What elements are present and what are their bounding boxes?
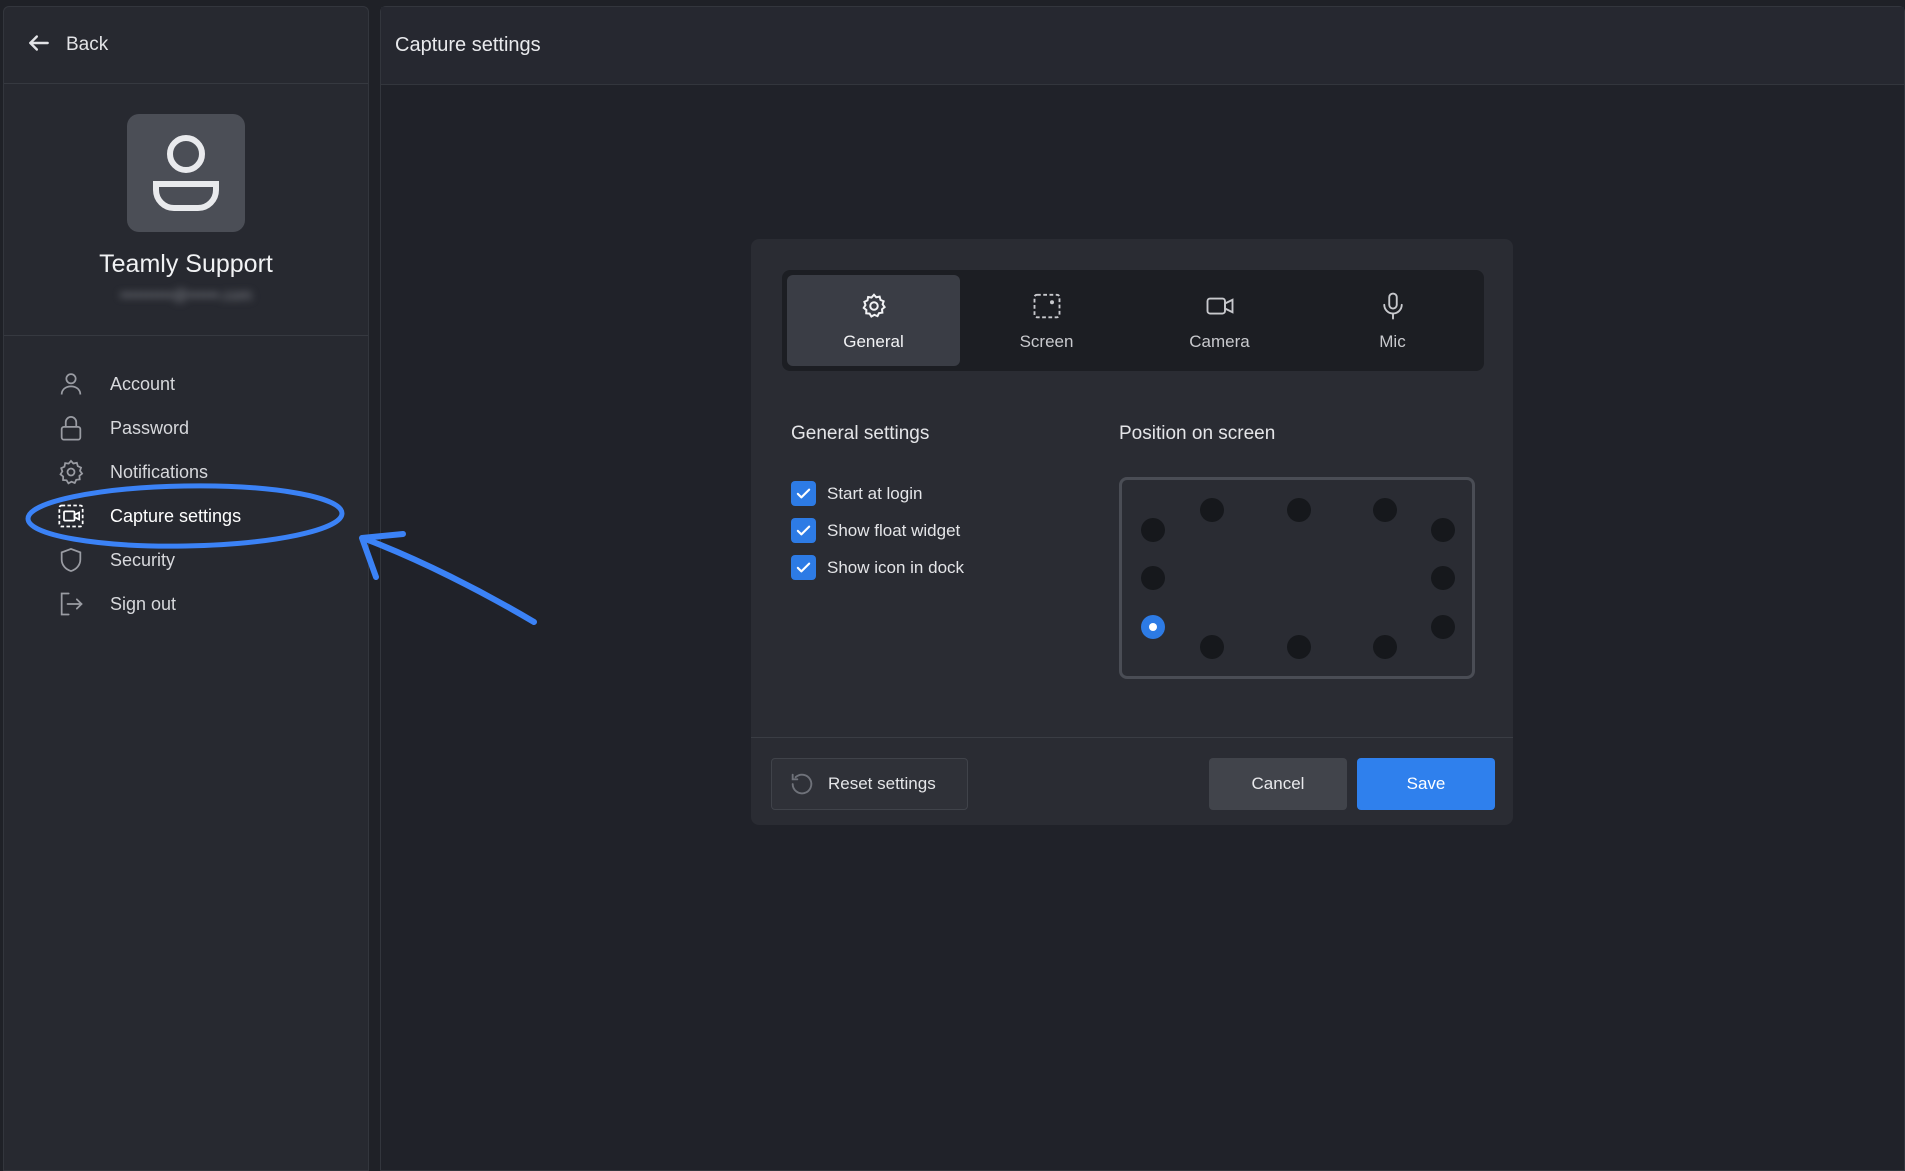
general-checkboxes: Start at login Show float widget Show ic… [791,475,964,586]
general-settings-title: General settings [791,423,930,444]
sidebar-item-label: Capture settings [110,505,242,526]
tab-camera[interactable]: Camera [1133,275,1306,366]
user-avatar-icon [153,135,219,211]
checkbox-label: Show float widget [827,520,961,540]
tab-label: Camera [1189,331,1250,351]
position-top-center[interactable] [1287,498,1311,522]
sidebar-nav: Account Password Notifications Capture s… [4,336,368,626]
show-icon-in-dock-checkbox[interactable]: Show icon in dock [791,549,964,586]
profile-email: ••••••••••@••••••.com [120,287,252,304]
save-button[interactable]: Save [1357,758,1495,810]
checkbox-checked[interactable] [791,555,816,580]
sign-out-icon [56,589,86,619]
avatar [127,114,245,232]
position-grid [1119,477,1475,679]
position-left-middle[interactable] [1141,566,1165,590]
checkbox-checked[interactable] [791,518,816,543]
tab-label: Screen [1019,331,1074,351]
reset-icon [791,773,813,795]
check-icon [796,562,811,573]
checkbox-checked[interactable] [791,481,816,506]
checkbox-label: Start at login [827,483,923,503]
sidebar-item-label: Sign out [110,593,177,614]
position-bottom-3[interactable] [1373,635,1397,659]
tab-label: General [843,331,904,351]
mic-icon [1382,292,1403,319]
screen-icon [1033,293,1060,318]
main-panel: Capture settings General Screen Camera M… [380,6,1905,1171]
sidebar-item-capture-settings[interactable]: Capture settings [4,494,368,538]
position-top-1[interactable] [1200,498,1224,522]
tab-label: Mic [1379,331,1406,351]
camera-icon [1206,297,1233,314]
back-label: Back [66,34,109,55]
lock-icon [56,413,86,443]
cancel-button[interactable]: Cancel [1209,758,1347,810]
main-header: Capture settings [381,7,1904,85]
capture-settings-dialog: General Screen Camera Mic General settin… [751,239,1513,825]
sidebar-item-notifications[interactable]: Notifications [4,450,368,494]
position-right-lower[interactable] [1431,615,1455,639]
sidebar: Back Teamly Support ••••••••••@••••••.co… [3,6,369,1171]
shield-icon [56,545,86,575]
sidebar-item-security[interactable]: Security [4,538,368,582]
sidebar-item-sign-out[interactable]: Sign out [4,582,368,626]
tab-bar: General Screen Camera Mic [782,270,1484,371]
sidebar-item-label: Notifications [110,461,209,482]
profile-name: Teamly Support [99,250,273,278]
tab-mic[interactable]: Mic [1306,275,1479,366]
back-button[interactable]: Back [4,7,368,84]
dialog-footer: Reset settings Cancel Save [751,737,1513,825]
profile-section: Teamly Support ••••••••••@••••••.com [4,84,368,336]
user-icon [56,369,86,399]
reset-settings-label: Reset settings [828,774,936,793]
position-title: Position on screen [1119,423,1276,444]
check-icon [796,525,811,536]
position-left-upper[interactable] [1141,518,1165,542]
sidebar-item-label: Security [110,549,176,570]
position-bottom-center[interactable] [1287,635,1311,659]
position-bottom-1[interactable] [1200,635,1224,659]
arrow-left-icon [26,30,52,61]
start-at-login-checkbox[interactable]: Start at login [791,475,964,512]
tab-screen[interactable]: Screen [960,275,1133,366]
sidebar-item-password[interactable]: Password [4,406,368,450]
page-title: Capture settings [395,34,541,56]
sidebar-item-label: Account [110,373,176,394]
show-float-widget-checkbox[interactable]: Show float widget [791,512,964,549]
capture-icon [56,501,86,531]
gear-icon [56,457,86,487]
position-right-middle[interactable] [1431,566,1455,590]
position-right-upper[interactable] [1431,518,1455,542]
reset-settings-button[interactable]: Reset settings [771,758,968,810]
sidebar-item-label: Password [110,417,190,438]
check-icon [796,488,811,499]
position-left-lower-selected[interactable] [1141,615,1165,639]
app-window: Back Teamly Support ••••••••••@••••••.co… [0,0,1905,1171]
tab-general[interactable]: General [787,275,960,366]
position-top-3[interactable] [1373,498,1397,522]
checkbox-label: Show icon in dock [827,557,965,577]
sidebar-item-account[interactable]: Account [4,362,368,406]
gear-icon [861,292,886,318]
